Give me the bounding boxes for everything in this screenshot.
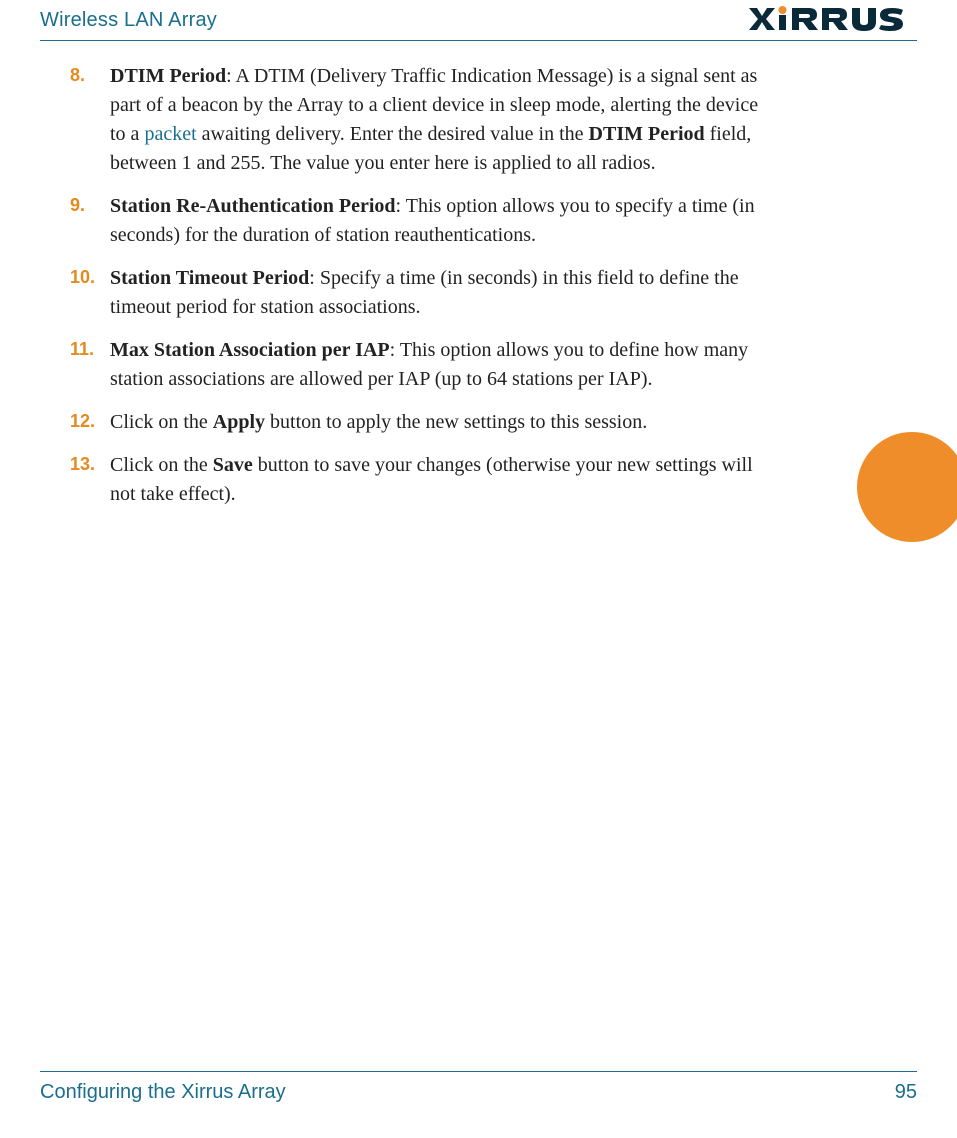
step-text: button to apply the new settings to this… — [265, 411, 647, 433]
list-item: 10. Station Timeout Period: Specify a ti… — [70, 264, 770, 322]
step-term: Max Station Association per IAP — [110, 339, 390, 361]
page-number: 95 — [895, 1081, 917, 1104]
page: Wireless LAN Array — [0, 0, 957, 1138]
circle-icon — [857, 432, 957, 542]
step-number: 12. — [70, 408, 95, 434]
packet-link[interactable]: packet — [144, 123, 196, 145]
section-marker — [857, 432, 957, 542]
step-body: DTIM Period: A DTIM (Delivery Traffic In… — [110, 65, 758, 174]
step-term: Station Timeout Period — [110, 267, 309, 289]
step-number: 10. — [70, 264, 95, 290]
step-term: DTIM Period — [110, 65, 226, 87]
step-text: Click on the — [110, 411, 213, 433]
step-text: Click on the — [110, 454, 213, 476]
list-item: 8. DTIM Period: A DTIM (Delivery Traffic… — [70, 62, 770, 178]
footer-rule — [40, 1071, 917, 1072]
step-body: Station Re-Authentication Period: This o… — [110, 195, 755, 246]
xirrus-logo-icon — [747, 6, 917, 34]
ui-term-save: Save — [213, 454, 253, 476]
list-item: 13. Click on the Save button to save you… — [70, 451, 770, 509]
body-content: 8. DTIM Period: A DTIM (Delivery Traffic… — [70, 62, 770, 523]
step-number: 11. — [70, 336, 94, 362]
step-body: Click on the Apply button to apply the n… — [110, 411, 647, 433]
header-rule — [40, 40, 917, 41]
page-footer: Configuring the Xirrus Array 95 — [40, 1081, 917, 1104]
step-number: 8. — [70, 62, 85, 88]
header-title: Wireless LAN Array — [40, 9, 217, 32]
step-number: 13. — [70, 451, 95, 477]
step-body: Station Timeout Period: Specify a time (… — [110, 267, 739, 318]
step-body: Max Station Association per IAP: This op… — [110, 339, 748, 390]
list-item: 9. Station Re-Authentication Period: Thi… — [70, 192, 770, 250]
list-item: 11. Max Station Association per IAP: Thi… — [70, 336, 770, 394]
page-header: Wireless LAN Array — [0, 0, 957, 40]
step-list: 8. DTIM Period: A DTIM (Delivery Traffic… — [70, 62, 770, 509]
step-term: Station Re-Authentication Period — [110, 195, 396, 217]
brand-logo — [747, 6, 917, 34]
step-number: 9. — [70, 192, 85, 218]
list-item: 12. Click on the Apply button to apply t… — [70, 408, 770, 437]
ui-term-apply: Apply — [213, 411, 265, 433]
footer-section: Configuring the Xirrus Array — [40, 1081, 286, 1104]
step-text: awaiting delivery. Enter the desired val… — [197, 123, 589, 145]
step-body: Click on the Save button to save your ch… — [110, 454, 753, 505]
inline-term: DTIM Period — [589, 123, 705, 145]
